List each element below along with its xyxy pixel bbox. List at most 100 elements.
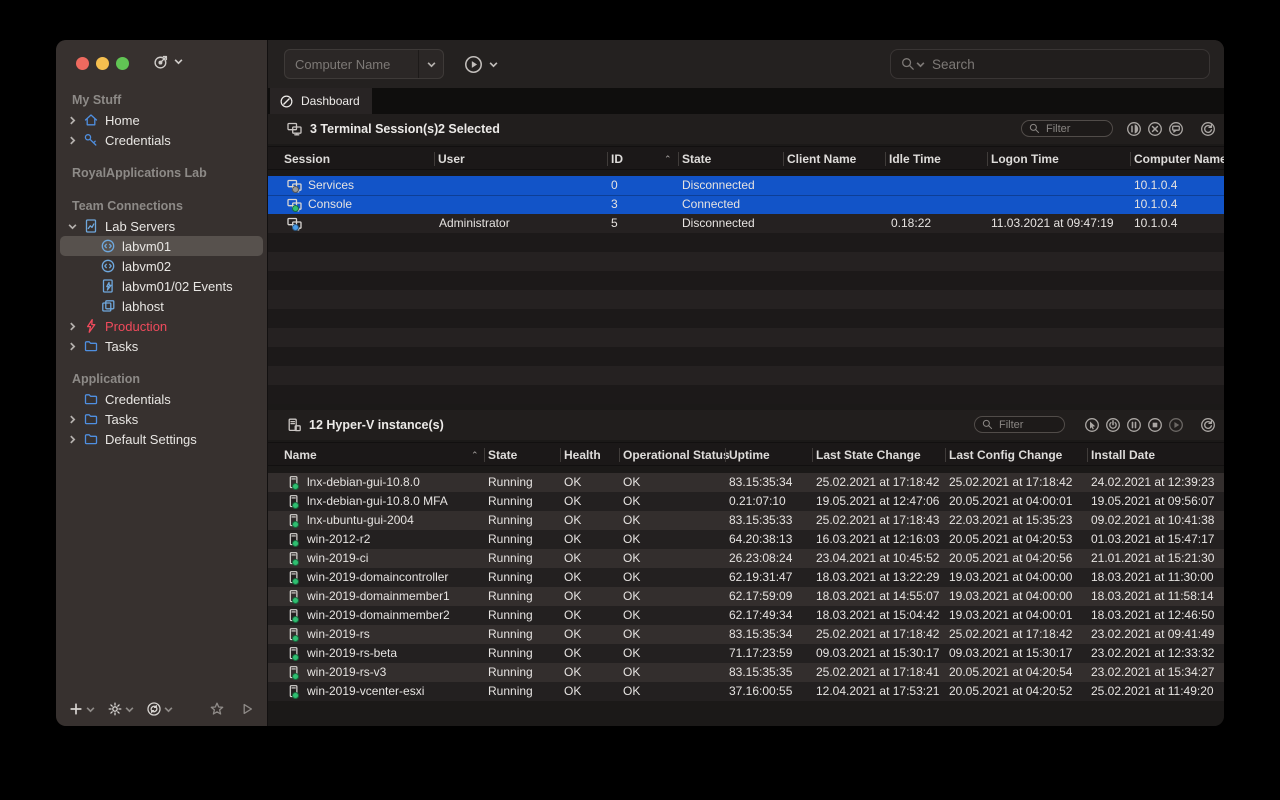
titlebar[interactable] [56, 40, 267, 88]
column-header-logon-time[interactable]: Logon Time [991, 147, 1059, 171]
table-cell: 0 [611, 176, 618, 195]
column-header-id[interactable]: ID [611, 147, 623, 171]
favorites-button[interactable] [209, 701, 225, 717]
column-header-state[interactable]: State [682, 147, 711, 171]
column-header-health[interactable]: Health [564, 443, 601, 467]
column-header-install-date[interactable]: Install Date [1091, 443, 1155, 467]
sidebar-item-production[interactable]: Production [60, 316, 263, 336]
connect-split-button[interactable] [458, 49, 504, 79]
chevron-right-icon[interactable] [68, 322, 80, 331]
hyperv-instance-row[interactable]: win-2019-ciRunningOKOK26.23:08:2423.04.2… [268, 549, 1224, 568]
sidebar-item-label: Tasks [105, 412, 138, 427]
connect-button[interactable] [239, 701, 255, 717]
hyperv-instance-row[interactable]: win-2019-rs-betaRunningOKOK71.17:23:5909… [268, 644, 1224, 663]
stop-vm-button[interactable] [1147, 417, 1163, 433]
column-separator[interactable] [678, 152, 679, 166]
sidebar-item-default-settings[interactable]: Default Settings [60, 429, 263, 449]
column-header-state[interactable]: State [488, 443, 517, 467]
hyperv-instance-row[interactable]: win-2019-rs-v3RunningOKOK83.15:35:3525.0… [268, 663, 1224, 682]
column-header-uptime[interactable]: Uptime [729, 443, 770, 467]
vm-running-badge [292, 692, 299, 699]
hyperv-instance-row[interactable]: win-2019-vcenter-esxiRunningOKOK37.16:00… [268, 682, 1224, 701]
chevron-right-icon[interactable] [68, 415, 80, 424]
table-cell: 18.03.2021 at 13:22:29 [816, 568, 939, 587]
sidebar-item-credentials[interactable]: Credentials [60, 389, 263, 409]
quick-connect-button[interactable] [153, 53, 183, 70]
refresh-button[interactable] [1200, 417, 1216, 433]
column-separator[interactable] [812, 448, 813, 462]
sidebar-item-labvm01[interactable]: labvm01 [60, 236, 263, 256]
chevron-right-icon[interactable] [68, 342, 80, 351]
play-circle-icon [464, 55, 483, 74]
chevron-right-icon[interactable] [68, 136, 80, 145]
chevron-right-icon[interactable] [68, 435, 80, 444]
computer-name-input[interactable]: Computer Name [284, 49, 444, 79]
refresh-button[interactable] [1200, 121, 1216, 137]
pause-vm-button[interactable] [1126, 417, 1142, 433]
sidebar-item-home[interactable]: Home [60, 110, 263, 130]
column-header-operational-status[interactable]: Operational Status [623, 443, 730, 467]
hyperv-instance-row[interactable]: win-2019-domainmember2RunningOKOK62.17:4… [268, 606, 1224, 625]
column-separator[interactable] [783, 152, 784, 166]
hyperv-instance-row[interactable]: win-2019-domainmember1RunningOKOK62.17:5… [268, 587, 1224, 606]
terminal-session-row[interactable]: Services0Disconnected10.1.0.4 [268, 176, 1224, 195]
terminal-filter-input[interactable]: Filter [1021, 120, 1113, 137]
hyperv-instance-row[interactable]: win-2012-r2RunningOKOK64.20:38:1316.03.2… [268, 530, 1224, 549]
sidebar-item-labvm02[interactable]: labvm02 [60, 256, 263, 276]
chevron-down-icon[interactable] [68, 222, 80, 231]
minimize-window-button[interactable] [96, 57, 109, 70]
column-header-name[interactable]: Name [284, 443, 317, 467]
sidebar-item-lab-servers[interactable]: Lab Servers [60, 216, 263, 236]
sidebar-item-labvm01-02-events[interactable]: labvm01/02 Events [60, 276, 263, 296]
start-vm-button[interactable] [1168, 417, 1184, 433]
connection-button[interactable] [146, 701, 173, 717]
column-separator[interactable] [1087, 448, 1088, 462]
column-separator[interactable] [945, 448, 946, 462]
search-input[interactable]: Search [890, 49, 1210, 79]
column-header-last-state-change[interactable]: Last State Change [816, 443, 921, 467]
terminal-session-row[interactable]: Console3Connected10.1.0.4 [268, 195, 1224, 214]
hyperv-filter-input[interactable]: Filter [974, 416, 1065, 433]
close-window-button[interactable] [76, 57, 89, 70]
column-header-idle-time[interactable]: Idle Time [889, 147, 941, 171]
zoom-window-button[interactable] [116, 57, 129, 70]
column-header-client-name[interactable]: Client Name [787, 147, 856, 171]
power-vm-button[interactable] [1105, 417, 1121, 433]
column-separator[interactable] [987, 152, 988, 166]
column-header-session[interactable]: Session [284, 147, 330, 171]
column-header-last-config-change[interactable]: Last Config Change [949, 443, 1062, 467]
column-separator[interactable] [725, 448, 726, 462]
chevron-right-icon[interactable] [68, 116, 80, 125]
table-cell: 19.03.2021 at 04:00:01 [949, 606, 1072, 625]
column-separator[interactable] [560, 448, 561, 462]
connect-vm-button[interactable] [1084, 417, 1100, 433]
column-separator[interactable] [619, 448, 620, 462]
hyperv-instance-row[interactable]: lnx-debian-gui-10.8.0 MFARunningOKOK0.21… [268, 492, 1224, 511]
hyperv-instance-row[interactable]: win-2019-domaincontrollerRunningOKOK62.1… [268, 568, 1224, 587]
hyperv-instance-row[interactable]: lnx-ubuntu-gui-2004RunningOKOK83.15:35:3… [268, 511, 1224, 530]
tab-dashboard[interactable]: Dashboard [270, 88, 372, 114]
column-header-computer-name[interactable]: Computer Name [1134, 147, 1224, 171]
sidebar-item-tasks[interactable]: Tasks [60, 336, 263, 356]
column-separator[interactable] [484, 448, 485, 462]
hyperv-instance-row[interactable]: lnx-debian-gui-10.8.0RunningOKOK83.15:35… [268, 473, 1224, 492]
terminal-session-row[interactable]: Administrator5Disconnected0.18:2211.03.2… [268, 214, 1224, 233]
table-cell: OK [564, 606, 581, 625]
computer-name-dropdown-button[interactable] [418, 50, 443, 78]
column-separator[interactable] [607, 152, 608, 166]
add-button[interactable] [68, 701, 95, 717]
hyperv-instance-row[interactable]: win-2019-rsRunningOKOK83.15:35:3425.02.2… [268, 625, 1224, 644]
settings-button[interactable] [107, 701, 134, 717]
key-icon [82, 132, 99, 148]
column-separator[interactable] [885, 152, 886, 166]
column-header-user[interactable]: User [438, 147, 465, 171]
sidebar-item-tasks[interactable]: Tasks [60, 409, 263, 429]
sidebar-item-credentials[interactable]: Credentials [60, 130, 263, 150]
disconnect-session-button[interactable] [1147, 121, 1163, 137]
logoff-session-button[interactable] [1126, 121, 1142, 137]
column-separator[interactable] [1130, 152, 1131, 166]
send-message-button[interactable] [1168, 121, 1184, 137]
column-separator[interactable] [434, 152, 435, 166]
vm-running-badge [292, 635, 299, 642]
sidebar-item-labhost[interactable]: labhost [60, 296, 263, 316]
